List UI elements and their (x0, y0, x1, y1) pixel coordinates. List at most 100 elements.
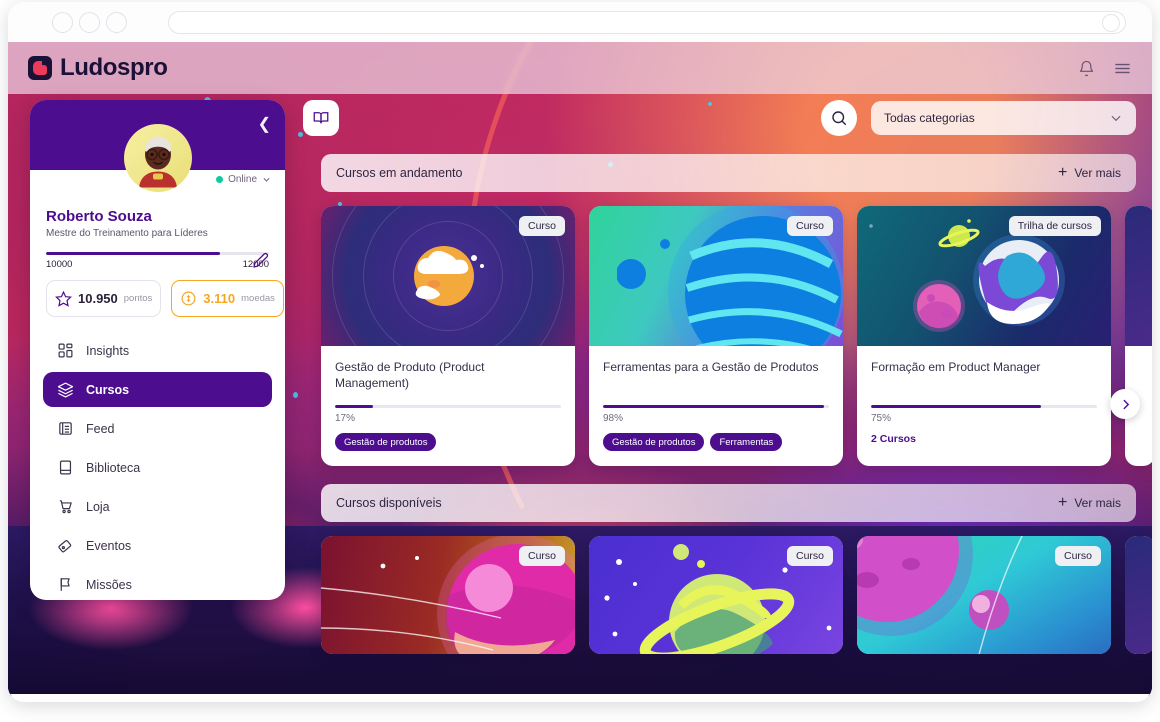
course-thumbnail: Curso (589, 536, 843, 655)
xp-progress-labels: 10000 12000 (46, 259, 269, 270)
grid-icon (58, 343, 73, 358)
course-progress-track (871, 405, 1097, 408)
sidebar-collapse-button[interactable]: ❮ (258, 114, 271, 134)
status-label: Online (228, 174, 257, 185)
card-badge[interactable]: Curso (786, 216, 833, 236)
category-select-value: Todas categorias (884, 111, 975, 125)
course-thumbnail: Curso (321, 206, 575, 346)
profile-name: Roberto Souza (46, 208, 152, 225)
ver-mais-label: Ver mais (1074, 496, 1121, 511)
xp-current: 10000 (46, 259, 73, 270)
course-title: Formação em Product Manager (871, 360, 1041, 374)
carousel-next-button[interactable] (1110, 389, 1140, 419)
ver-mais-button[interactable]: + Ver mais (1058, 495, 1121, 511)
sidebar-item-misses[interactable]: Missões (43, 567, 272, 600)
course-card[interactable]: Curso (857, 536, 1111, 655)
app-viewport: Ludospro ❮ Online Roberto Souza Mestre d… (8, 42, 1152, 696)
course-card-partial[interactable] (1125, 536, 1152, 655)
bell-icon[interactable] (1078, 60, 1095, 77)
card-badge[interactable]: Curso (518, 216, 565, 236)
course-title: Gestão de Produto (Product Management) (335, 360, 485, 391)
course-tags: Gestão de produtos Ferramentas (603, 433, 829, 451)
sidebar-item-label: Loja (86, 499, 110, 514)
course-count-label: 2 Cursos (871, 433, 916, 445)
brand-logo[interactable]: Ludospro (28, 54, 168, 82)
open-book-icon (313, 112, 329, 124)
xp-progress-fill (46, 252, 220, 255)
header-actions (1078, 59, 1132, 78)
sidebar-item-label: Eventos (86, 538, 132, 553)
sidebar-item-label: Missões (86, 577, 132, 592)
newspaper-icon (59, 422, 72, 435)
points-value: 10.950 (78, 291, 118, 306)
course-title: Ferramentas para a Gestão de Produtos (603, 360, 819, 374)
course-progress-fill (871, 405, 1041, 408)
address-bar[interactable] (168, 10, 1126, 34)
content-toolbar: Todas categorias (303, 100, 1152, 136)
layers-icon (57, 382, 74, 398)
course-progress-fill (335, 405, 374, 409)
course-tag[interactable]: Gestão de produtos (603, 433, 705, 451)
browser-chrome (8, 2, 1152, 42)
cart-icon (59, 500, 72, 514)
status-badge[interactable]: Online (216, 174, 271, 185)
sidebar-item-label: Biblioteca (86, 460, 141, 475)
course-thumbnail: Curso (589, 206, 843, 346)
course-tag[interactable]: Gestão de produtos (335, 433, 437, 452)
card-badge[interactable]: Trilha de cursos (1008, 216, 1101, 236)
chevron-down-icon (1111, 115, 1121, 122)
search-button[interactable] (821, 100, 857, 136)
card-badge[interactable]: Curso (518, 546, 565, 567)
star-icon (55, 290, 72, 307)
card-badge[interactable]: Curso (1054, 546, 1101, 567)
course-progress-label: 75% (871, 413, 892, 424)
course-tag[interactable]: Ferramentas (710, 433, 783, 451)
sidebar-menu: Insights Cursos Feed Biblioteca Loja Eventos M… (43, 333, 272, 600)
sidebar-item-loja[interactable]: Loja (43, 489, 272, 524)
close-window-button[interactable] (52, 11, 73, 33)
course-card-partial[interactable] (1125, 206, 1152, 467)
sidebar-item-label: Feed (86, 421, 115, 436)
course-thumbnail: Curso (321, 536, 575, 655)
status-dot-icon (216, 176, 224, 183)
sidebar-item-feed[interactable]: Feed (43, 411, 272, 446)
main-content: Todas categorias Cursos em andamento + V… (303, 100, 1152, 696)
course-progress-track (335, 405, 561, 409)
course-tags: Gestão de produtos (335, 433, 561, 452)
coins-stat[interactable]: 3.110 moedas (171, 280, 284, 317)
sidebar-item-cursos[interactable]: Cursos (43, 372, 272, 407)
library-button[interactable] (303, 100, 339, 136)
section-title: Cursos disponíveis (336, 496, 442, 511)
card-badge[interactable]: Curso (786, 546, 833, 567)
course-card[interactable]: Curso Ferramentas para a Gestão de Produ… (589, 206, 843, 467)
ver-mais-button[interactable]: + Ver mais (1058, 165, 1121, 181)
course-card[interactable]: Curso (589, 536, 843, 655)
course-thumbnail (1125, 206, 1152, 346)
sidebar-item-biblioteca[interactable]: Biblioteca (43, 450, 272, 485)
section-header-disponiveis: Cursos disponíveis + Ver mais (321, 484, 1136, 523)
sidebar: ❮ Online Roberto Souza Mestre do Treinam… (30, 100, 285, 600)
window-controls (52, 11, 127, 33)
category-select[interactable]: Todas categorias (871, 101, 1136, 135)
sidebar-item-eventos[interactable]: Eventos (43, 528, 272, 563)
sidebar-item-label: Insights (86, 343, 130, 358)
course-progress-track (603, 405, 829, 408)
points-stat[interactable]: 10.950 pontos (46, 280, 162, 317)
sidebar-item-insights[interactable]: Insights (43, 333, 272, 368)
stats-row: 10.950 pontos 3.110 moedas (46, 280, 284, 317)
minimize-window-button[interactable] (79, 11, 100, 33)
sidebar-item-label: Cursos (86, 382, 130, 397)
course-card-body: Ferramentas para a Gestão de Produtos 98… (589, 346, 843, 466)
edit-profile-icon[interactable] (252, 252, 269, 274)
ver-mais-label: Ver mais (1074, 166, 1121, 180)
hamburger-icon[interactable] (1113, 59, 1132, 78)
course-thumbnail: Curso (857, 536, 1111, 655)
viewport-bottom-edge (8, 694, 1152, 702)
chevron-right-icon (1122, 399, 1129, 409)
maximize-window-button[interactable] (106, 11, 127, 33)
course-card[interactable]: Curso (321, 536, 575, 655)
course-carousel-disponiveis: Curso Curso Curso (321, 536, 1152, 655)
course-card[interactable]: Trilha de cursos Formação em Product Man… (857, 206, 1111, 467)
course-card[interactable]: Curso Gestão de Produto (Product Managem… (321, 206, 575, 467)
avatar[interactable] (123, 124, 192, 192)
